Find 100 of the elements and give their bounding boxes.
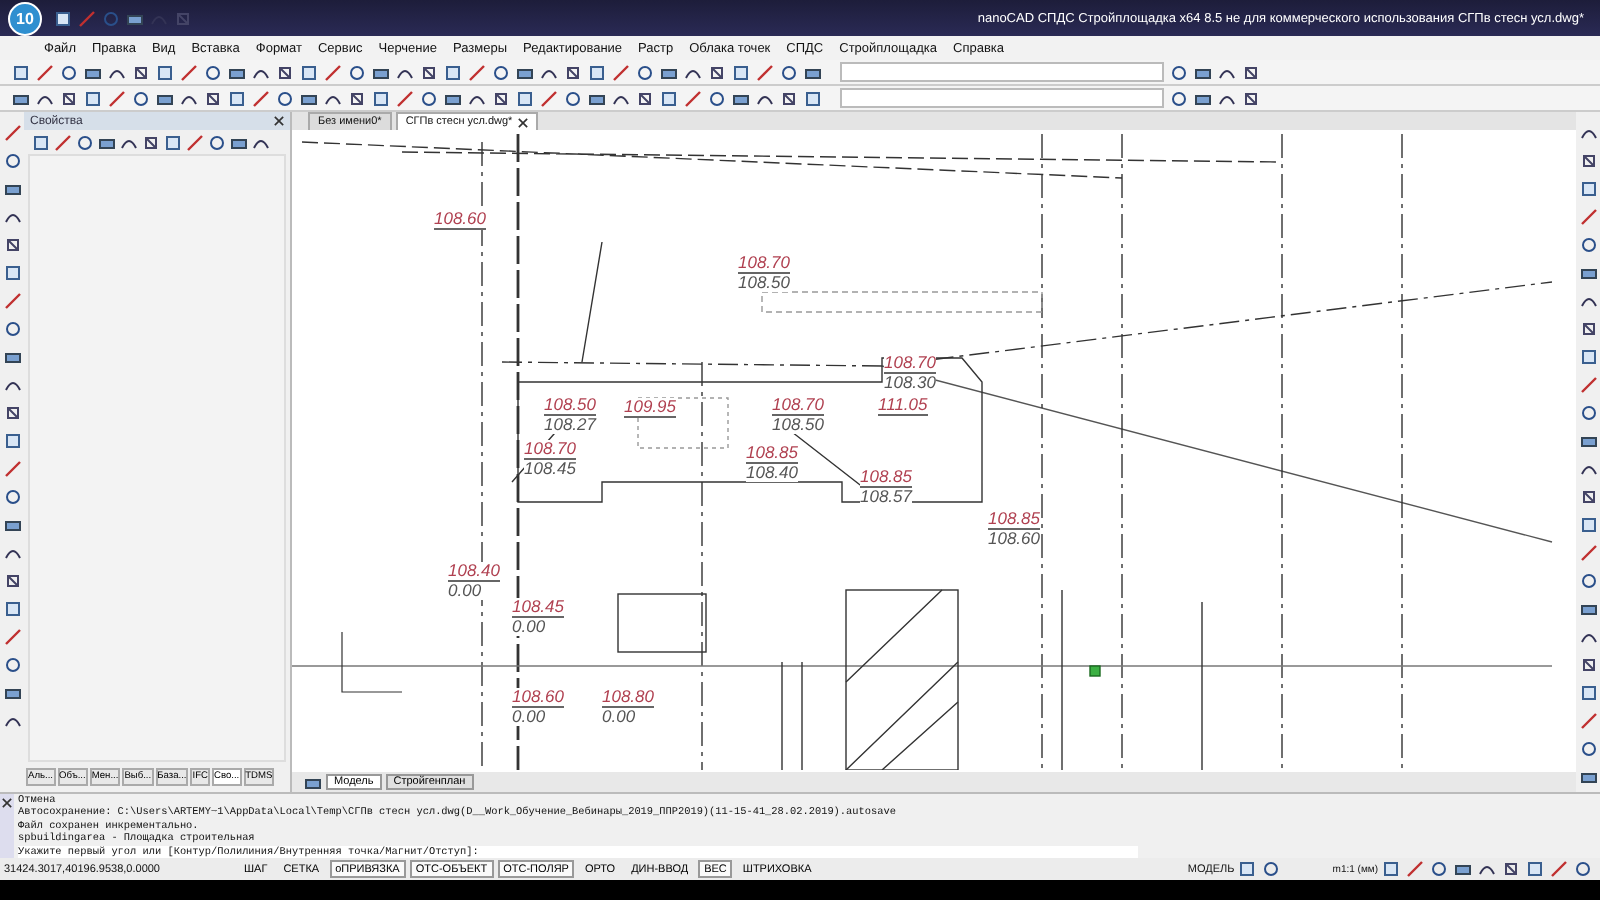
- circle-icon[interactable]: [1574, 860, 1592, 878]
- line-icon[interactable]: [756, 63, 774, 81]
- box-icon[interactable]: [60, 89, 78, 107]
- line-icon[interactable]: [3, 628, 21, 646]
- circle-icon[interactable]: [1262, 860, 1281, 878]
- line-icon[interactable]: [612, 63, 630, 81]
- box-icon[interactable]: [142, 133, 160, 151]
- close-icon[interactable]: [518, 117, 529, 127]
- rectangle-icon[interactable]: [126, 9, 144, 27]
- square-icon[interactable]: [300, 63, 318, 81]
- square-icon[interactable]: [3, 432, 21, 450]
- box-icon[interactable]: [3, 404, 21, 422]
- line-icon[interactable]: [54, 133, 72, 151]
- box-icon[interactable]: [1242, 89, 1260, 107]
- square-icon[interactable]: [1579, 180, 1597, 198]
- box-icon[interactable]: [1579, 656, 1597, 674]
- circle-icon[interactable]: [76, 133, 94, 151]
- line-icon[interactable]: [3, 124, 21, 142]
- arc-icon[interactable]: [1579, 124, 1597, 142]
- rectangle-icon[interactable]: [156, 89, 174, 107]
- box-icon[interactable]: [348, 89, 366, 107]
- circle-icon[interactable]: [3, 152, 21, 170]
- arc-icon[interactable]: [1478, 860, 1496, 878]
- square-icon[interactable]: [156, 63, 174, 81]
- box-icon[interactable]: [276, 63, 294, 81]
- rectangle-icon[interactable]: [3, 180, 21, 198]
- drawing-canvas[interactable]: 108.60 108.70 108.50 108.70 108.30 108.50 108.27 109.95 108.70 108.50 111.05 108.70 108.45 108.85 108.40 108.85 108.57 108.85 108.60 108.40 0.00 108.45 0.00 108.60 0.00 108.80 0.00: [292, 130, 1576, 772]
- line-icon[interactable]: [1579, 376, 1597, 394]
- square-icon[interactable]: [54, 9, 72, 27]
- circle-icon[interactable]: [564, 89, 582, 107]
- rectangle-icon[interactable]: [3, 348, 21, 366]
- square-icon[interactable]: [1382, 860, 1400, 878]
- line-icon[interactable]: [108, 89, 126, 107]
- box-icon[interactable]: [3, 572, 21, 590]
- circle-icon[interactable]: [1170, 89, 1188, 107]
- square-icon[interactable]: [3, 600, 21, 618]
- square-icon[interactable]: [32, 133, 50, 151]
- square-icon[interactable]: [516, 89, 534, 107]
- rectangle-icon[interactable]: [804, 63, 822, 81]
- box-icon[interactable]: [1579, 488, 1597, 506]
- box-icon[interactable]: [1242, 63, 1260, 81]
- line-icon[interactable]: [468, 63, 486, 81]
- rectangle-icon[interactable]: [444, 89, 462, 107]
- rectangle-icon[interactable]: [12, 89, 30, 107]
- circle-icon[interactable]: [3, 656, 21, 674]
- circle-icon[interactable]: [60, 63, 78, 81]
- square-icon[interactable]: [228, 89, 246, 107]
- rectangle-icon[interactable]: [1579, 432, 1597, 450]
- circle-icon[interactable]: [1430, 860, 1448, 878]
- box-icon[interactable]: [492, 89, 510, 107]
- circle-icon[interactable]: [420, 89, 438, 107]
- line-icon[interactable]: [1579, 208, 1597, 226]
- square-icon[interactable]: [444, 63, 462, 81]
- circle-icon[interactable]: [348, 63, 366, 81]
- toolbar-field[interactable]: [840, 88, 1164, 108]
- box-icon[interactable]: [564, 63, 582, 81]
- box-icon[interactable]: [708, 63, 726, 81]
- circle-icon[interactable]: [276, 89, 294, 107]
- close-icon[interactable]: [274, 116, 284, 126]
- circle-icon[interactable]: [492, 63, 510, 81]
- close-icon[interactable]: [2, 798, 12, 808]
- line-icon[interactable]: [1579, 544, 1597, 562]
- square-icon[interactable]: [1579, 348, 1597, 366]
- line-icon[interactable]: [1550, 860, 1568, 878]
- rectangle-icon[interactable]: [84, 63, 102, 81]
- rectangle-icon[interactable]: [1579, 264, 1597, 282]
- square-icon[interactable]: [164, 133, 182, 151]
- arc-icon[interactable]: [1579, 628, 1597, 646]
- square-icon[interactable]: [84, 89, 102, 107]
- rectangle-icon[interactable]: [516, 63, 534, 81]
- square-icon[interactable]: [372, 89, 390, 107]
- circle-icon[interactable]: [780, 63, 798, 81]
- square-icon[interactable]: [804, 89, 822, 107]
- line-icon[interactable]: [180, 63, 198, 81]
- rectangle-icon[interactable]: [660, 63, 678, 81]
- rectangle-icon[interactable]: [1579, 768, 1597, 786]
- box-icon[interactable]: [1579, 320, 1597, 338]
- rectangle-icon[interactable]: [588, 89, 606, 107]
- circle-icon[interactable]: [1579, 236, 1597, 254]
- box-icon[interactable]: [1502, 860, 1520, 878]
- line-icon[interactable]: [252, 89, 270, 107]
- rectangle-icon[interactable]: [98, 133, 116, 151]
- square-icon[interactable]: [1526, 860, 1544, 878]
- square-icon[interactable]: [12, 63, 30, 81]
- arc-icon[interactable]: [3, 376, 21, 394]
- rectangle-icon[interactable]: [372, 63, 390, 81]
- square-icon[interactable]: [1238, 860, 1257, 878]
- arc-icon[interactable]: [3, 208, 21, 226]
- rectangle-icon[interactable]: [304, 773, 322, 791]
- box-icon[interactable]: [1579, 152, 1597, 170]
- toolbar-field[interactable]: [840, 62, 1164, 82]
- square-icon[interactable]: [660, 89, 678, 107]
- circle-icon[interactable]: [636, 63, 654, 81]
- arc-icon[interactable]: [3, 544, 21, 562]
- circle-icon[interactable]: [132, 89, 150, 107]
- circle-icon[interactable]: [1170, 63, 1188, 81]
- circle-icon[interactable]: [708, 89, 726, 107]
- arc-icon[interactable]: [1579, 292, 1597, 310]
- line-icon[interactable]: [36, 63, 54, 81]
- line-icon[interactable]: [324, 63, 342, 81]
